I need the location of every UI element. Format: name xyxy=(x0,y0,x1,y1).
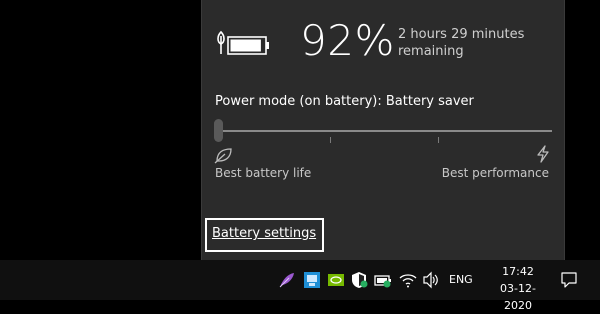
battery-settings-link[interactable]: Battery settings xyxy=(212,226,316,241)
taskbar-clock[interactable]: 17:42 03-12-2020 xyxy=(494,263,542,314)
slider-tick xyxy=(330,137,331,143)
best-performance-label: Best performance xyxy=(441,166,549,180)
nvidia-icon[interactable] xyxy=(327,271,345,289)
taskbar: ENG 17:42 03-12-2020 xyxy=(0,260,600,312)
feather-icon[interactable] xyxy=(278,271,296,289)
power-mode-slider-track[interactable] xyxy=(216,130,552,132)
app-icon[interactable] xyxy=(303,271,321,289)
leaf-icon xyxy=(214,148,232,164)
slider-tick xyxy=(438,137,439,143)
language-indicator[interactable]: ENG xyxy=(449,273,473,286)
clock-date: 03-12-2020 xyxy=(500,282,536,312)
power-mode-label: Power mode (on battery): Battery saver xyxy=(215,94,474,109)
speaker-icon[interactable] xyxy=(422,271,440,289)
battery-percent: 92% xyxy=(300,16,395,65)
battery-saver-icon xyxy=(217,30,269,55)
best-battery-life-label: Best battery life xyxy=(215,166,312,180)
clock-time: 17:42 xyxy=(502,265,534,278)
security-shield-icon[interactable] xyxy=(350,271,368,289)
battery-plug-icon[interactable] xyxy=(374,271,392,289)
wifi-icon[interactable] xyxy=(399,271,417,289)
battery-flyout: 92% 2 hours 29 minutes remaining Power m… xyxy=(201,0,565,260)
notification-center-icon[interactable] xyxy=(560,271,578,289)
battery-status-row: 92% 2 hours 29 minutes remaining xyxy=(216,16,556,68)
power-mode-slider-thumb[interactable] xyxy=(214,119,223,142)
lightning-bolt-icon xyxy=(537,145,549,163)
battery-time-remaining: 2 hours 29 minutes remaining xyxy=(398,27,525,59)
